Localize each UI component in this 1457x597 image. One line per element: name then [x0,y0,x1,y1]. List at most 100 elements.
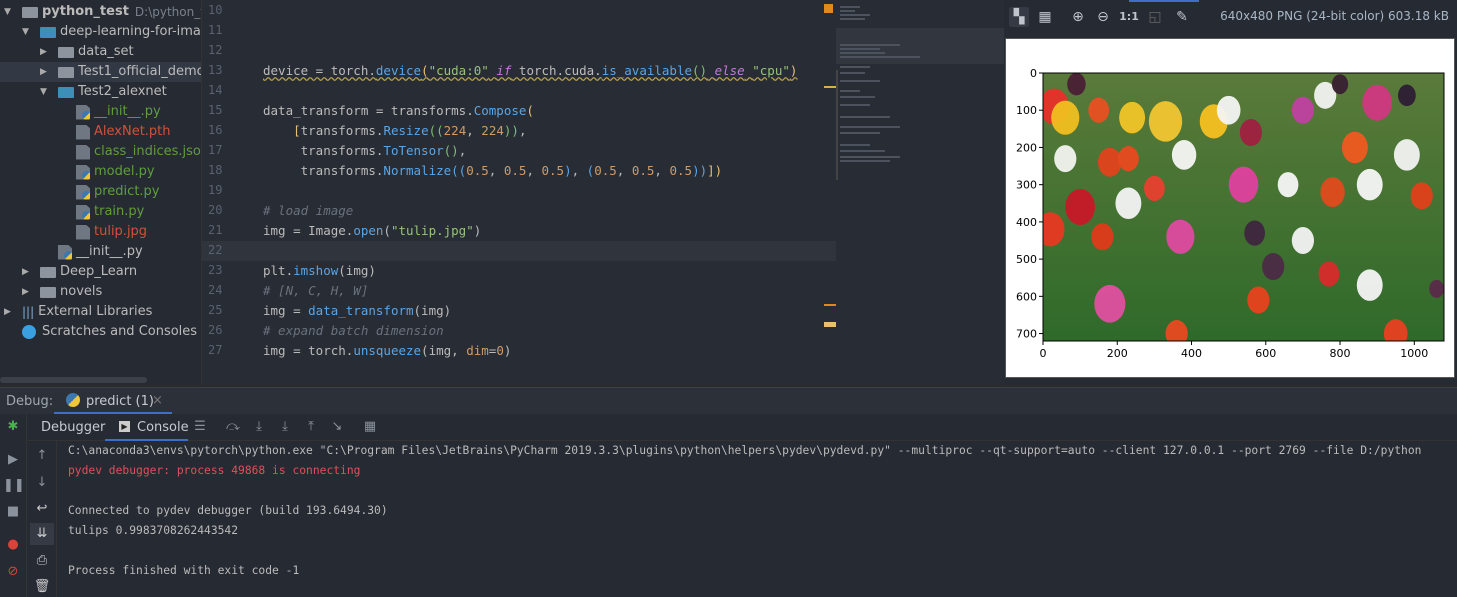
code-token: transforms. [263,143,384,158]
print-icon[interactable]: ⎙ [32,553,52,568]
code-token: "tulip.jpg" [390,223,474,238]
y-tick-label: 700 [1016,328,1037,341]
code-token: data_transform = transforms. [263,103,474,118]
code-line[interactable]: # expand batch dimension [263,323,444,338]
y-tick-label: 0 [1030,67,1037,80]
chevron-right-icon[interactable]: ▶ [22,262,34,282]
tree-item[interactable]: ▶ data_set [0,42,134,62]
folder-icon [22,6,38,18]
chevron-right-icon[interactable]: ▶ [40,62,52,82]
code-line[interactable]: # [N, C, H, W] [263,283,368,298]
horizontal-scrollbar[interactable] [0,377,147,383]
code-token: (( [428,123,444,138]
console-line: Process finished with exit code -1 [68,564,300,577]
line-number: 23 [208,263,223,277]
chevron-right-icon[interactable]: ▶ [22,282,34,302]
line-number: 10 [208,3,223,17]
tree-item-label: AlexNet.pth [94,124,171,139]
chevron-right-icon[interactable]: ▶ [40,42,52,62]
chevron-down-icon[interactable]: ▼ [4,2,16,22]
json-file-icon [76,144,90,160]
up-icon[interactable]: ↑ [32,448,52,463]
zoom-out-icon[interactable]: ⊖ [1093,7,1113,27]
y-tick-label: 400 [1016,216,1037,229]
code-line[interactable]: img = torch.unsqueeze(img, dim=0) [263,343,511,358]
code-line[interactable]: img = Image.open("tulip.jpg") [263,223,481,238]
tree-item[interactable]: ▶ ||| External Libraries [0,302,152,322]
code-token: "cuda:0" [428,63,489,78]
plot-figure: 0 200 400 600 800 1000 0 100 200 300 400 500 600 700 [1016,67,1445,360]
chevron-right-icon[interactable]: ▶ [4,302,16,322]
step-into-icon[interactable]: ⤓ [275,419,295,434]
tree-item[interactable]: __init__.py [0,242,143,262]
fit-icon[interactable]: ◱ [1145,7,1165,27]
code-token: dim [466,343,489,358]
python-file-icon [58,244,72,260]
tab-debugger[interactable]: Debugger [41,420,105,435]
zoom-in-icon[interactable]: ⊕ [1068,7,1088,27]
step-out-icon[interactable]: ⤒ [301,419,321,434]
code-token: )) [503,123,519,138]
tree-item[interactable]: ▼ python_test D:\python_test [0,2,223,22]
code-line[interactable]: plt.imshow(img) [263,263,376,278]
stop-icon[interactable]: ■ [3,504,23,519]
down-icon[interactable]: ↓ [32,475,52,490]
debug-left-toolbar: ✱ ▶ ❚❚ ■ ● ⊘ [0,414,27,597]
chessboard-icon[interactable]: ▚ [1009,7,1029,27]
chevron-down-icon[interactable]: ▼ [22,22,34,42]
editor-minimap[interactable] [824,0,1004,385]
evaluate-icon[interactable]: ▦ [360,419,380,434]
code-line[interactable]: [transforms.Resize((224, 224)), [263,123,526,138]
code-line[interactable]: # load image [263,203,353,218]
tree-item[interactable]: ▼ deep-learning-for-image [0,22,217,42]
line-number: 20 [208,203,223,217]
tree-item[interactable]: ▶ Deep_Learn [0,262,137,282]
show-execution-point-icon[interactable]: ⤼ [223,419,243,434]
python-file-icon [76,104,90,120]
chevron-down-icon[interactable]: ▼ [40,82,52,102]
warning-marker-icon[interactable] [824,4,833,13]
trash-icon[interactable]: 🗑 [32,579,52,594]
soft-wrap-icon[interactable]: ↩ [32,501,52,516]
code-token: , [466,123,482,138]
pause-icon[interactable]: ❚❚ [3,478,25,493]
unknown-file-icon [76,124,90,140]
mute-breakpoints-icon[interactable]: ⊘ [3,564,23,579]
grid-icon[interactable]: ▦ [1035,7,1055,27]
close-icon[interactable]: × [152,393,163,408]
line-number: 25 [208,303,223,317]
run-to-cursor-icon[interactable]: ↘ [327,419,347,434]
step-over-icon[interactable]: ⤓ [249,419,269,434]
code-line[interactable]: device = torch.device("cuda:0" if torch.… [263,63,797,78]
tree-item[interactable]: __init__.py [0,102,161,122]
console-output[interactable]: C:\anaconda3\envs\pytorch\python.exe "C:… [57,441,1457,597]
code-line[interactable]: transforms.ToTensor(), [263,143,467,158]
folder-icon [40,286,56,298]
tree-item[interactable]: tulip.jpg [0,222,147,242]
tree-item[interactable]: ▶ novels [0,282,102,302]
tree-item-label: Deep_Learn [60,264,138,279]
menu-icon[interactable]: ☰ [190,419,210,434]
tree-item[interactable]: ▶ Test1_official_demo [0,62,205,82]
actual-size-button[interactable]: 1:1 [1119,7,1139,27]
tree-item[interactable]: train.py [0,202,144,222]
code-token: # expand batch dimension [263,323,444,338]
tree-item[interactable]: Scratches and Consoles [0,322,197,342]
resume-icon[interactable]: ▶ [3,452,23,467]
debug-tab-predict[interactable]: predict (1) × [54,388,172,414]
breakpoints-icon[interactable]: ● [3,537,23,552]
tree-item[interactable]: ▼ Test2_alexnet [0,82,167,102]
tree-item[interactable]: AlexNet.pth [0,122,171,142]
code-line[interactable]: data_transform = transforms.Compose( [263,103,534,118]
tree-item[interactable]: model.py [0,162,155,182]
code-line[interactable]: transforms.Normalize((0.5, 0.5, 0.5), (0… [263,163,723,178]
tree-item[interactable]: class_indices.json [0,142,209,162]
code-editor[interactable]: device = torch.device("cuda:0" if torch.… [256,0,836,385]
tree-item[interactable]: predict.py [0,182,160,202]
code-line[interactable]: img = data_transform(img) [263,303,451,318]
image-file-icon [76,224,90,240]
color-picker-icon[interactable]: ✎ [1172,7,1192,27]
tab-console[interactable]: ▶ Console [105,414,189,441]
scroll-to-end-icon[interactable]: ⇊ [30,523,54,545]
code-token: , [458,143,467,158]
